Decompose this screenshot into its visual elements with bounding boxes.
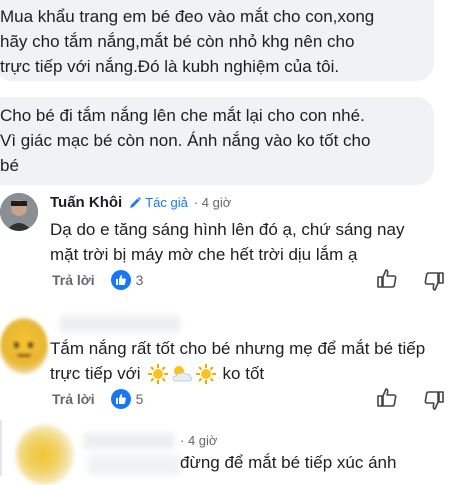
comment-bubble-1: Mua khẩu trang em bé đeo vào mắt cho con…: [0, 0, 434, 81]
blurred-text-3: [88, 455, 180, 475]
reply-button-2[interactable]: Trả lời: [52, 391, 95, 407]
author-badge-label: Tác giả: [145, 195, 188, 210]
reply-1-time[interactable]: · 4 giờ: [194, 195, 231, 210]
avatar-tuan-khoi[interactable]: [0, 193, 38, 231]
avatar-blurred-2[interactable]: [0, 318, 48, 374]
dislike-button-icon-2[interactable]: [422, 388, 446, 412]
like-count-2: 5: [135, 391, 144, 407]
reply-2-line-2-tail: ko tốt: [222, 364, 265, 383]
reply-1-line-2: mặt trời bị máy mờ che hết trời dịu lắm …: [50, 245, 358, 264]
comment-2-line-3: bé: [0, 156, 19, 175]
reply-3-thread-line: [0, 420, 2, 476]
like-reaction-icon-2[interactable]: [110, 389, 131, 409]
like-reaction-icon[interactable]: [110, 270, 131, 290]
reply-button[interactable]: Trả lời: [52, 272, 95, 288]
comment-2-text: Cho bé đi tắm nắng lên che mắt lại cho c…: [0, 103, 370, 178]
reply-2-line-2: trực tiếp với ko tốt: [50, 361, 425, 386]
like-button-icon-2[interactable]: [375, 386, 399, 410]
reply-1-line-1: Dạ do e tăng sáng hình lên đó ạ, chứ sán…: [50, 220, 405, 239]
reply-2-line-1: Tắm nắng rất tốt cho bé nhưng mẹ để mắt …: [50, 339, 426, 358]
reply-2-line-2-text: trực tiếp với: [50, 364, 141, 383]
reply-2-text: Tắm nắng rất tốt cho bé nhưng mẹ để mắt …: [50, 336, 425, 386]
comment-1-line-3: trực tiếp với nắng.Đó là kubh nghiệm của…: [0, 57, 340, 76]
sun-icon: [147, 363, 168, 384]
blurred-name-3: [84, 433, 174, 449]
author-name[interactable]: Tuấn Khôi: [50, 194, 122, 211]
reply-3-text: đừng để mắt bé tiếp xúc ánh: [180, 453, 397, 472]
pencil-icon: [130, 196, 142, 208]
comment-2-line-1: Cho bé đi tắm nắng lên che mắt lại cho c…: [0, 106, 365, 125]
author-badge: Tác giả: [128, 195, 188, 210]
comment-2-line-2: Vì giác mạc bé còn non. Ánh nắng vào ko …: [0, 131, 371, 150]
comment-1-line-1: Mua khẩu trang em bé đeo vào mắt cho con…: [0, 7, 375, 26]
avatar-photo-icon: [0, 193, 38, 231]
like-button-icon[interactable]: [375, 267, 399, 291]
reply-1-text: Dạ do e tăng sáng hình lên đó ạ, chứ sán…: [50, 217, 404, 267]
comment-bubble-2: Cho bé đi tắm nắng lên che mắt lại cho c…: [0, 97, 434, 185]
comment-1-text: Mua khẩu trang em bé đeo vào mắt cho con…: [0, 4, 374, 79]
reply-1-header: Tuấn Khôi Tác giả · 4 giờ: [50, 194, 231, 211]
dislike-button-icon[interactable]: [422, 269, 446, 293]
weather-emojis: [147, 363, 217, 385]
reply-3-time[interactable]: · 4 giờ: [180, 433, 217, 448]
sun-behind-cloud-icon: [172, 365, 192, 381]
blurred-name-2: [60, 316, 180, 332]
comment-1-line-2: hãy cho tắm nắng,mắt bé còn nhỏ khg nên …: [0, 32, 355, 51]
sun-icon-2: [195, 363, 216, 384]
avatar-blurred-3[interactable]: [16, 425, 74, 485]
like-count: 3: [135, 272, 144, 288]
